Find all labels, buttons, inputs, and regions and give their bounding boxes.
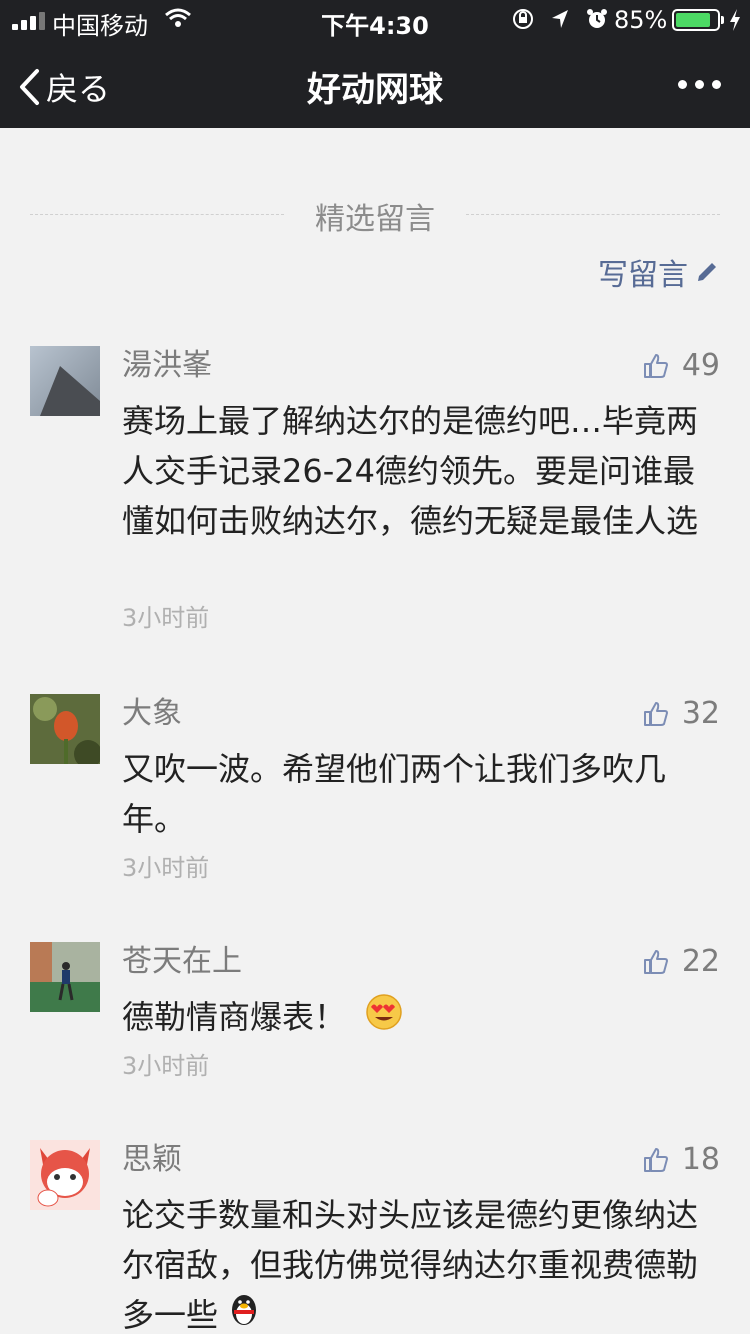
write-comment-label: 写留言	[598, 258, 688, 293]
like-count: 32	[681, 696, 720, 731]
orientation-lock-icon	[513, 9, 533, 29]
comment-item: 湯洪峯 49 赛场上最了解纳达尔的是德约吧…毕竟两人交手记录26-24德约领先。…	[30, 346, 720, 646]
battery-icon	[672, 9, 724, 31]
thumbs-up-icon	[643, 1148, 668, 1172]
divider	[466, 214, 720, 215]
like-count: 18	[681, 1142, 720, 1177]
comment-author[interactable]: 湯洪峯	[122, 346, 212, 386]
comment-item: 苍天在上 22 德勒情商爆表！ 3小时前	[30, 942, 720, 1092]
comment-text: 又吹一波。希望他们两个让我们多吹几年。	[122, 750, 667, 838]
avatar[interactable]	[30, 1140, 100, 1210]
comment-author[interactable]: 大象	[122, 694, 182, 734]
top-bar: 中国移动 下午4:30 85% 戻る 好动网球	[0, 0, 750, 128]
comment-author[interactable]: 苍天在上	[122, 942, 242, 982]
avatar[interactable]	[30, 346, 100, 416]
comment-text: 赛场上最了解纳达尔的是德约吧…毕竟两人交手记录26-24德约领先。要是问谁最懂如…	[122, 402, 699, 540]
location-icon	[552, 10, 568, 28]
comment-text-wrapper: 德勒情商爆表！	[122, 992, 722, 1046]
comment-text-wrapper: 论交手数量和头对头应该是德约更像纳达尔宿敌，但我仿佛觉得纳达尔重视费德勒多一些	[122, 1190, 722, 1334]
pencil-icon	[698, 263, 716, 281]
page-title: 好动网球	[307, 70, 443, 110]
avatar[interactable]	[30, 942, 100, 1012]
like-button[interactable]: 49	[642, 346, 720, 386]
like-button[interactable]: 32	[642, 694, 720, 734]
heart-eyes-emoji-icon	[364, 992, 404, 1046]
comment-item: 思颖 18 论交手数量和头对头应该是德约更像纳达尔宿敌，但我仿佛觉得纳达尔重视费…	[30, 1140, 720, 1334]
comment-time: 3小时前	[122, 604, 210, 632]
status-icons	[512, 8, 608, 30]
avatar[interactable]	[30, 694, 100, 764]
write-comment-button[interactable]: 写留言	[598, 250, 720, 294]
comment-time: 3小时前	[122, 854, 210, 882]
like-button[interactable]: 18	[642, 1140, 720, 1180]
section-title: 精选留言	[315, 202, 435, 237]
status-bar: 中国移动 下午4:30 85%	[0, 0, 750, 40]
nav-bar: 戻る 好动网球	[0, 40, 750, 128]
comment-text: 德勒情商爆表！	[122, 998, 347, 1036]
comment-text: 论交手数量和头对头应该是德约更像纳达尔宿敌，但我仿佛觉得纳达尔重视费德勒多一些	[122, 1196, 699, 1334]
thumbs-up-icon	[643, 354, 668, 378]
more-icon[interactable]	[678, 80, 721, 89]
section-header: 精选留言	[30, 194, 720, 237]
like-button[interactable]: 22	[642, 942, 720, 982]
penguin-emoji-icon	[226, 1292, 262, 1334]
like-count: 22	[681, 944, 720, 979]
thumbs-up-icon	[643, 950, 668, 974]
thumbs-up-icon	[643, 702, 668, 726]
alarm-icon	[587, 9, 607, 28]
comment-author[interactable]: 思颖	[122, 1140, 182, 1180]
comment-item: 大象 32 又吹一波。希望他们两个让我们多吹几年。 3小时前	[30, 694, 720, 894]
like-count: 49	[681, 348, 720, 383]
comment-time: 3小时前	[122, 1052, 210, 1080]
charging-icon	[728, 8, 742, 38]
battery-percent: 85%	[614, 6, 668, 34]
